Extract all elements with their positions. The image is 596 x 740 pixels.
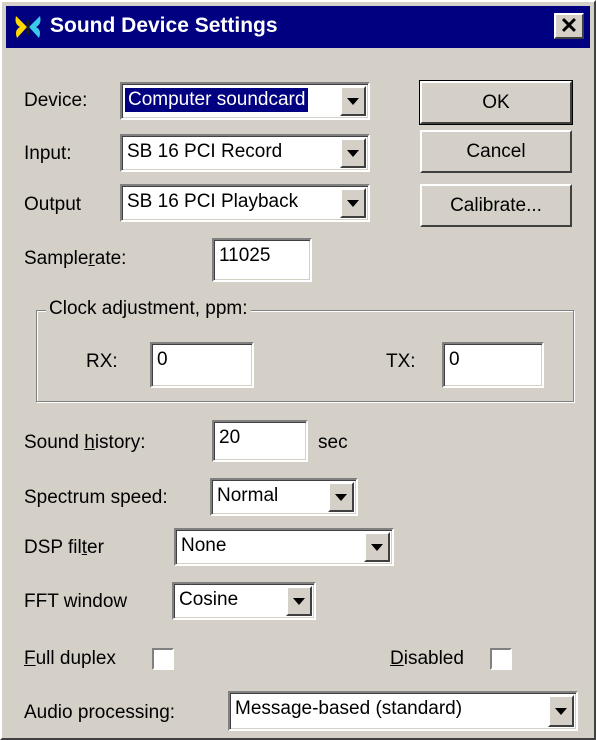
- input-select[interactable]: SB 16 PCI Record: [120, 134, 370, 172]
- cancel-label: Cancel: [466, 140, 526, 162]
- full-duplex-label: Full duplex: [24, 648, 116, 669]
- tx-label: TX:: [386, 351, 416, 372]
- sound-history-label: Sound history:: [24, 432, 146, 453]
- sound-history-unit: sec: [318, 432, 348, 453]
- input-label: Input:: [24, 143, 72, 164]
- ok-label: OK: [482, 91, 510, 113]
- samplerate-label: Samplerate:: [24, 248, 127, 269]
- chevron-down-icon[interactable]: [328, 482, 354, 512]
- rx-label: RX:: [86, 351, 118, 372]
- chevron-down-icon[interactable]: [364, 532, 390, 562]
- calibrate-label: Calibrate...: [450, 194, 542, 216]
- ok-button[interactable]: OK: [419, 80, 573, 125]
- audio-processing-value: Message-based (standard): [235, 698, 463, 719]
- spectrum-speed-label: Spectrum speed:: [24, 487, 168, 508]
- fft-window-label: FFT window: [24, 591, 128, 612]
- audio-processing-label: Audio processing:: [24, 702, 176, 723]
- sound-device-settings-dialog: Sound Device Settings ✕ Device: Computer…: [0, 0, 596, 740]
- input-value: SB 16 PCI Record: [127, 141, 283, 162]
- tx-input[interactable]: 0: [442, 342, 544, 388]
- dialog-title: Sound Device Settings: [50, 14, 278, 37]
- close-button[interactable]: ✕: [554, 13, 584, 39]
- device-value: Computer soundcard: [125, 88, 309, 112]
- output-value: SB 16 PCI Playback: [127, 191, 299, 212]
- disabled-label: Disabled: [390, 648, 464, 669]
- chevron-down-icon[interactable]: [340, 86, 366, 116]
- audio-processing-select[interactable]: Message-based (standard): [228, 691, 578, 731]
- cancel-button[interactable]: Cancel: [420, 130, 572, 173]
- chevron-down-icon[interactable]: [548, 695, 574, 727]
- spectrum-speed-select[interactable]: Normal: [210, 478, 358, 516]
- samplerate-input[interactable]: 11025: [212, 238, 312, 282]
- device-label: Device:: [24, 90, 88, 111]
- fft-window-select[interactable]: Cosine: [172, 582, 316, 620]
- chevron-down-icon[interactable]: [340, 138, 366, 168]
- dsp-filter-value: None: [181, 535, 227, 556]
- close-icon: ✕: [559, 13, 579, 38]
- dsp-filter-label: DSP filter: [24, 537, 104, 558]
- clock-adjustment-legend: Clock adjustment, ppm:: [46, 298, 251, 320]
- dsp-filter-select[interactable]: None: [174, 528, 394, 566]
- spectrum-speed-value: Normal: [217, 485, 279, 506]
- rx-value: 0: [157, 349, 168, 370]
- sound-history-input[interactable]: 20: [212, 420, 308, 462]
- output-select[interactable]: SB 16 PCI Playback: [120, 184, 370, 222]
- device-select[interactable]: Computer soundcard: [120, 82, 370, 120]
- butterfly-app-icon: [15, 16, 41, 38]
- title-bar[interactable]: Sound Device Settings ✕: [6, 6, 590, 48]
- chevron-down-icon[interactable]: [340, 188, 366, 218]
- rx-input[interactable]: 0: [150, 342, 254, 388]
- fft-window-value: Cosine: [179, 589, 239, 610]
- chevron-down-icon[interactable]: [286, 586, 312, 616]
- tx-value: 0: [449, 349, 460, 370]
- sound-history-value: 20: [219, 427, 241, 448]
- disabled-checkbox[interactable]: [490, 648, 512, 670]
- output-label: Output: [24, 194, 82, 215]
- full-duplex-checkbox[interactable]: [152, 648, 174, 670]
- samplerate-value: 11025: [219, 245, 271, 266]
- calibrate-button[interactable]: Calibrate...: [420, 184, 572, 227]
